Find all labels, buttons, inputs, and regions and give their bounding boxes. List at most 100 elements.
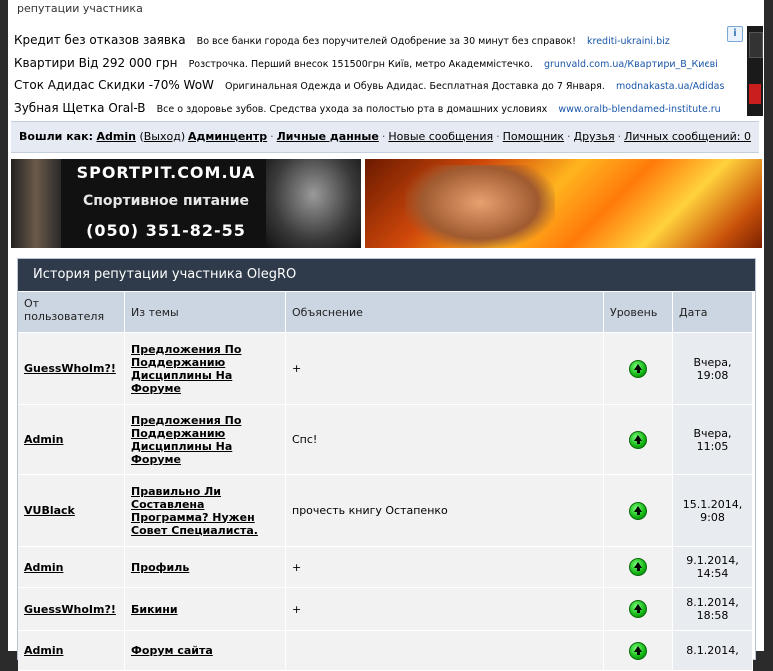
cell-from: Admin — [18, 631, 125, 671]
logged-as-label: Вошли как: — [19, 130, 93, 143]
topic-link[interactable]: Профиль — [131, 561, 189, 574]
ad-info-icon[interactable]: i — [727, 26, 743, 42]
admincenter-label: Админцентр — [188, 130, 268, 143]
separator: · — [381, 130, 386, 143]
topic-link[interactable]: Предложения По Поддержанию Дисциплины На… — [131, 414, 279, 466]
private-messages-link[interactable]: Личных сообщений: 0 — [624, 130, 751, 143]
fire-banner[interactable] — [365, 159, 762, 248]
cell-topic: Профиль — [125, 547, 286, 588]
separator: · — [617, 130, 622, 143]
ad-description: Оригинальная Одежда и Обувь Адидас. Бесп… — [225, 81, 605, 92]
cell-explanation: прочесть книгу Остапенко — [286, 475, 604, 547]
cell-explanation: + — [286, 547, 604, 588]
cell-level — [604, 588, 673, 631]
user-bar-links: Админцентр · Личные данные · Новые сообщения… — [188, 130, 751, 143]
separator: · — [270, 130, 274, 143]
side-ad-image[interactable] — [747, 26, 763, 116]
table-row: Admin Профиль + 9.1.2014, 14:54 — [18, 547, 755, 588]
user-link[interactable]: GuessWhoIm?! — [24, 603, 116, 616]
cell-explanation: + — [286, 588, 604, 631]
ad-title[interactable]: Кредит без отказов заявка — [14, 33, 186, 47]
user-link[interactable]: Admin — [24, 561, 63, 574]
banner-figure-image — [11, 159, 61, 248]
separator: · — [496, 130, 500, 143]
reputation-panel: История репутации участника OlegRO От по… — [17, 258, 756, 671]
cell-explanation — [286, 631, 604, 671]
banner-phone: (050) 351-82-55 — [86, 221, 246, 240]
cell-date: 8.1.2014, — [673, 631, 753, 671]
table-row: GuessWhoIm?! Предложения По Поддержанию … — [18, 333, 755, 405]
up-arrow-icon — [629, 430, 647, 449]
cell-explanation: + — [286, 333, 604, 405]
cell-topic: Форум сайта — [125, 631, 286, 671]
cell-from: Admin — [18, 547, 125, 588]
ad-url[interactable]: modnakasta.ua/Adidas — [616, 81, 724, 92]
ad-row[interactable]: Квартири Від 292 000 грн Розстрочка. Пер… — [14, 51, 744, 74]
panel-title: История репутации участника OlegRO — [18, 259, 755, 291]
ad-row[interactable]: Кредит без отказов заявка Во все банки г… — [14, 28, 744, 51]
ad-title[interactable]: Зубная Щетка Oral-B — [14, 101, 146, 115]
cell-level — [604, 631, 673, 671]
user-bar: Вошли как: Admin (Выход) Админцентр · Личн… — [11, 121, 759, 153]
cell-level — [604, 547, 673, 588]
topic-link[interactable]: Предложения По Поддержанию Дисциплины На… — [131, 343, 279, 395]
user-bar-left: Вошли как: Admin (Выход) — [19, 130, 185, 143]
ad-block: Кредит без отказов заявка Во все банки г… — [14, 28, 744, 118]
up-arrow-icon — [629, 359, 647, 378]
username-link[interactable]: Admin — [96, 130, 135, 143]
banner-bodybuilder-image — [266, 159, 361, 248]
table-row: Admin Предложения По Поддержанию Дисципл… — [18, 405, 755, 475]
ad-description: Во все банки города без поручителей Одоб… — [196, 36, 576, 47]
user-link[interactable]: VUBlack — [24, 504, 75, 517]
side-ad-shape — [749, 32, 763, 58]
table-row: GuessWhoIm?! Бикини + 8.1.2014, 18:58 — [18, 588, 755, 631]
topic-link[interactable]: Правильно Ли Составлена Программа? Нужен… — [131, 485, 279, 537]
friends-link[interactable]: Друзья — [574, 130, 615, 143]
admincenter-link[interactable]: Админцентр — [188, 130, 267, 143]
up-arrow-icon — [629, 501, 647, 520]
cell-level — [604, 405, 673, 475]
cell-level — [604, 333, 673, 405]
sportpit-banner[interactable]: SPORTPIT.COM.UA Спортивное питание (050)… — [11, 159, 361, 248]
logout-link[interactable]: Выход — [144, 130, 181, 143]
column-header-explanation: Объяснение — [286, 292, 604, 332]
page: репутации участника Кредит без отказов з… — [8, 0, 764, 671]
topic-link[interactable]: Бикини — [131, 603, 178, 616]
side-ad-shape — [749, 84, 761, 104]
cell-topic: Правильно Ли Составлена Программа? Нужен… — [125, 475, 286, 547]
personal-data-label: Личные данные — [276, 130, 379, 143]
ad-title[interactable]: Сток Адидас Скидки -70% WoW — [14, 78, 214, 92]
banner-bodybuilder-image — [405, 165, 555, 248]
column-header-from: От пользователя — [18, 292, 125, 332]
ad-row[interactable]: Зубная Щетка Oral-B Все о здоровье зубов… — [14, 96, 744, 119]
column-header-topic: Из темы — [125, 292, 286, 332]
cell-date: 8.1.2014, 18:58 — [673, 588, 753, 631]
ad-title[interactable]: Квартири Від 292 000 грн — [14, 56, 177, 70]
ad-url[interactable]: grunvald.com.ua/Квартири_В_Києві — [544, 59, 718, 70]
cell-date: 9.1.2014, 14:54 — [673, 547, 753, 588]
cell-date: 15.1.2014, 9:08 — [673, 475, 753, 547]
user-link[interactable]: GuessWhoIm?! — [24, 362, 116, 375]
cell-date: Вчера, 19:08 — [673, 333, 753, 405]
cell-topic: Предложения По Поддержанию Дисциплины На… — [125, 333, 286, 405]
ad-description: Все о здоровье зубов. Средства ухода за … — [156, 103, 548, 115]
cell-from: GuessWhoIm?! — [18, 588, 125, 631]
username: Admin — [96, 130, 136, 143]
new-posts-link[interactable]: Новые сообщения — [388, 130, 493, 143]
logout-paren-close: ) — [180, 130, 186, 143]
ad-url[interactable]: www.oralb-blendamed-institute.ru — [558, 104, 720, 115]
ad-description: Розстрочка. Перший внесок 151500грн Київ… — [188, 58, 533, 70]
breadcrumb: репутации участника — [17, 2, 143, 15]
up-arrow-icon — [629, 558, 647, 576]
helper-link[interactable]: Помощник — [503, 130, 564, 143]
banner-tagline: Спортивное питание — [82, 193, 250, 209]
cell-date: Вчера, 11:05 — [673, 405, 753, 475]
separator: · — [567, 130, 571, 143]
cell-topic: Предложения По Поддержанию Дисциплины На… — [125, 405, 286, 475]
cell-from: VUBlack — [18, 475, 125, 547]
ad-url[interactable]: krediti-ukraini.biz — [587, 36, 670, 47]
ad-row[interactable]: Сток Адидас Скидки -70% WoW Оригинальная… — [14, 73, 744, 96]
user-link[interactable]: Admin — [24, 433, 63, 446]
cell-from: Admin — [18, 405, 125, 475]
personal-data-link[interactable]: Личные данные — [277, 130, 379, 143]
